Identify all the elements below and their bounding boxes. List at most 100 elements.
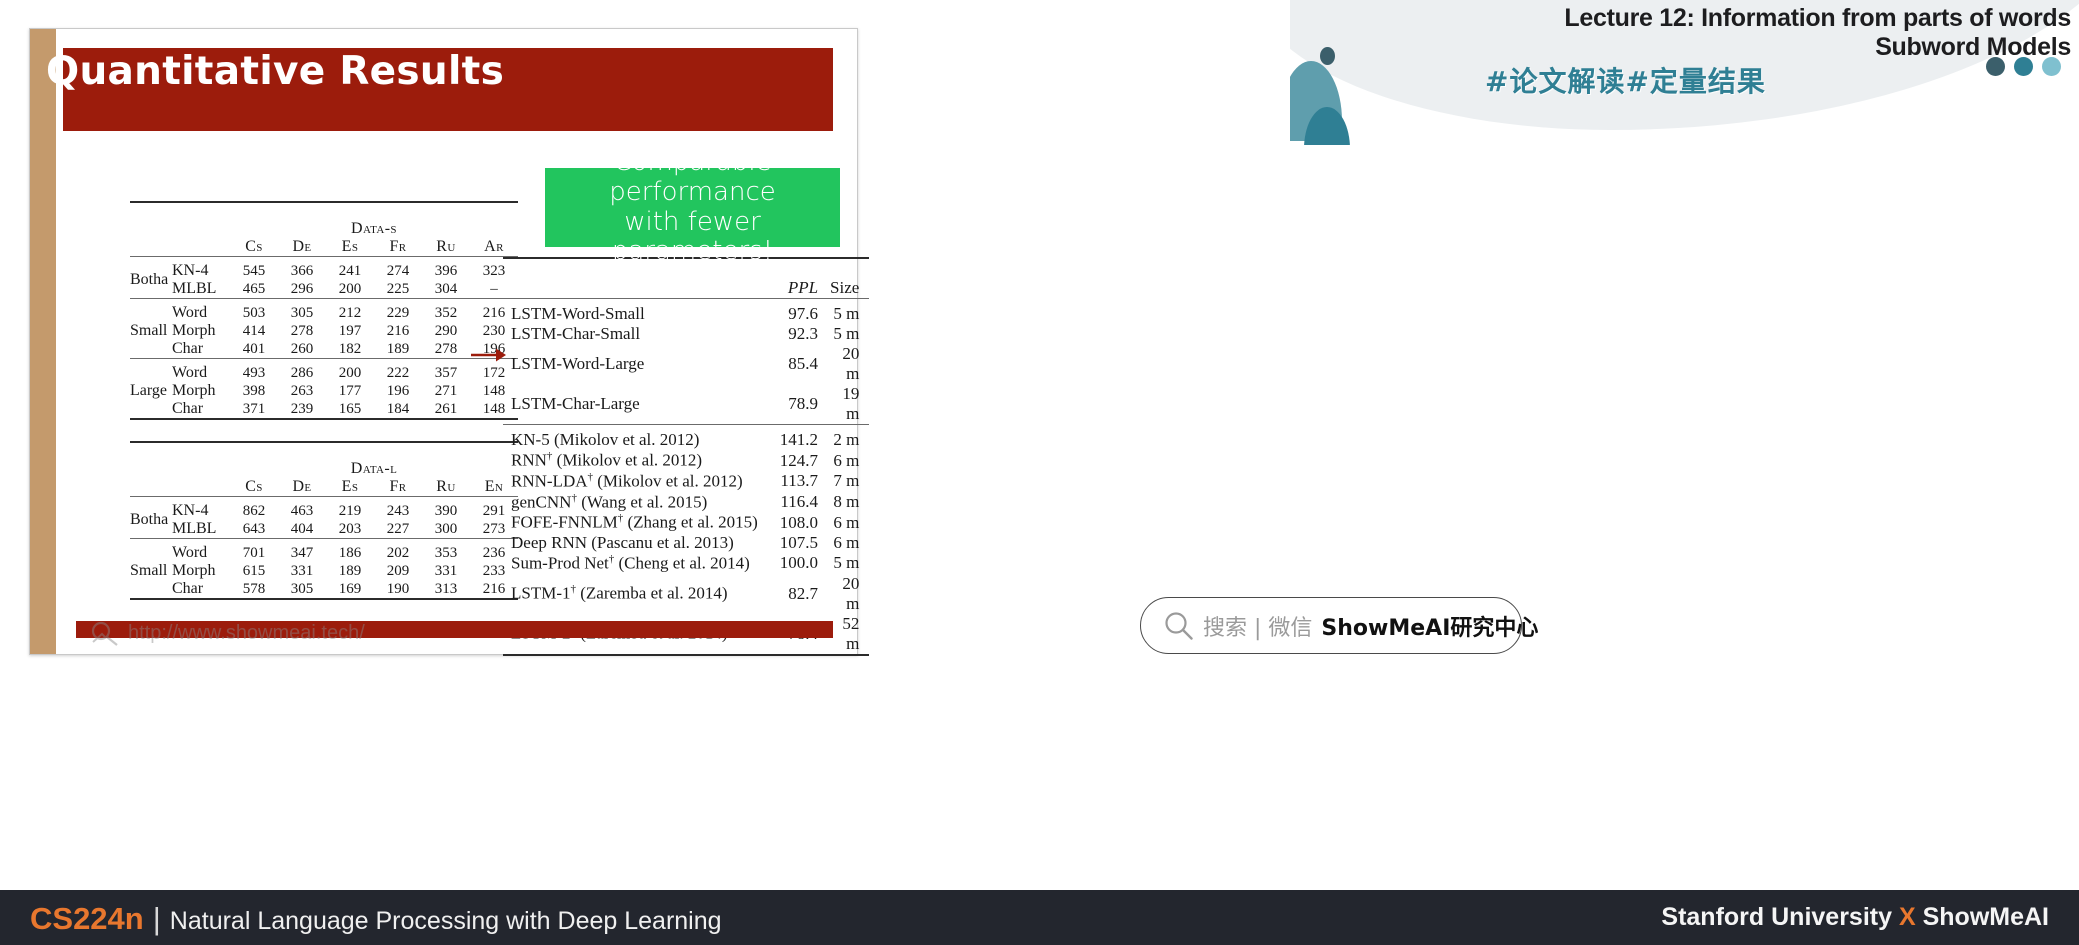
table-ppl-size: 5 m	[833, 324, 860, 344]
table-ppl-column-headers: PPL Size	[503, 278, 869, 299]
search-box[interactable]: 搜索 | 微信 ShowMeAI研究中心	[1140, 597, 1538, 654]
table-ppl-model-name: LSTM-1† (Zaremba et al. 2014)	[511, 583, 728, 603]
table-l-cell: 347	[278, 538, 326, 562]
table-s-row: Large Word 493 286 200 222 357 172	[130, 358, 518, 419]
search-brand-label: ShowMeAI研究中心	[1321, 615, 1539, 641]
table-ppl-value: 97.6	[779, 298, 831, 325]
table-l-cell: 404	[290, 520, 314, 537]
footer-brand-x: X	[1898, 903, 1916, 931]
table-s-cell: 352	[422, 298, 470, 322]
table-s-bottom-rule	[130, 418, 518, 423]
table-l-cell: 331	[434, 562, 458, 579]
slide-canvas: Quantitative Results Data-s Cs De Es Fr …	[29, 28, 870, 659]
table-l-col-0: Cs	[245, 478, 263, 495]
table-ppl-row: LSTM-1† (Zaremba et al. 2014) 82.7 20 m	[503, 574, 869, 614]
table-l-cell: 209	[386, 562, 410, 579]
footer-separator: |	[152, 901, 161, 936]
table-s-body: Botha KN-4 545 366 241 274 396 323 MLBL 465 296 200…	[130, 256, 518, 423]
table-s-cell: 189	[386, 340, 410, 357]
table-s-cell: 271	[434, 382, 458, 399]
table-s-col-0: Cs	[245, 238, 263, 255]
table-s-cell: 503	[230, 298, 278, 322]
table-l-cell: 313	[434, 580, 458, 597]
table-ppl-col-size: Size	[830, 278, 860, 298]
table-s-cell: 241	[326, 256, 374, 280]
table-perplexity: PPL Size LSTM-Word-Small 97.6 5 m LSTM-Char…	[503, 256, 870, 659]
table-s-cell: 177	[338, 382, 362, 399]
brand-blob-logo	[1290, 45, 1390, 145]
table-l-row: Botha KN-4 862 463 219 243 390 291	[130, 496, 518, 539]
table-s-cell: 296	[290, 280, 314, 297]
blob-dot-shape	[1320, 47, 1335, 65]
dagger-marker: †	[617, 512, 624, 525]
red-arrow-icon	[471, 348, 506, 362]
table-s-col-3: Fr	[389, 238, 407, 255]
footer-brand-pre: Stanford University	[1661, 903, 1899, 931]
table-ppl-value: 100.0	[779, 553, 819, 573]
table-ppl-model-name: KN-5 (Mikolov et al. 2012)	[503, 424, 780, 451]
table-ppl-col-ppl: PPL	[787, 278, 819, 298]
table-l-col-1: De	[292, 478, 312, 495]
table-l-cell: 578	[242, 580, 266, 597]
table-ppl-body: LSTM-Word-Small 97.6 5 m LSTM-Char-Small 92.…	[503, 298, 870, 659]
table-s-cell: 222	[374, 358, 422, 382]
table-s-row: Char 401 260 182 189 278 196	[130, 340, 518, 359]
table-l-row: Morph 615 331 189 209 331 233	[130, 562, 518, 580]
table-s-cell: 286	[278, 358, 326, 382]
table-ppl-size: 7 m	[833, 471, 860, 491]
table-l-cell: 331	[290, 562, 314, 579]
table-ppl-size: 52 m	[842, 613, 860, 653]
search-icon	[1165, 612, 1193, 640]
table-l-col-2: Es	[341, 478, 359, 495]
slide-title: Quantitative Results	[46, 49, 505, 94]
table-s-column-headers: Cs De Es Fr Ru Ar	[130, 238, 518, 257]
table-l-body: Botha KN-4 862 463 219 243 390 291 MLBL 643 404 203…	[130, 496, 518, 603]
table-s-row-label: MLBL	[172, 280, 217, 297]
table-s-row: Char 371 239 165 184 261 148	[130, 400, 518, 419]
table-ppl-model-name: LSTM-Char-Large	[511, 394, 640, 414]
dot-3	[2042, 57, 2061, 76]
lecture-title: Lecture 12: Information from parts of wo…	[1331, 4, 2071, 62]
table-ppl-size: 6 m	[833, 533, 860, 553]
page-footer: CS224n | Natural Language Processing wit…	[0, 890, 2079, 945]
table-ppl-size: 6 m	[833, 512, 860, 532]
table-ppl-model-name: LSTM-Word-Small	[503, 298, 780, 325]
table-l-bottom-rule	[130, 598, 518, 603]
table-s-row: Botha KN-4 545 366 241 274 396 323	[130, 256, 518, 299]
table-l-group-name: Botha	[130, 496, 172, 539]
table-s-cell: 200	[326, 358, 374, 382]
table-ppl-size: 20 m	[842, 573, 860, 613]
table-l-cell: 189	[338, 562, 362, 579]
table-l-cell: 305	[290, 580, 314, 597]
table-s-row-label: Word	[172, 298, 230, 322]
table-s-row-label: Word	[172, 358, 230, 382]
callout-line1: Comparable performance	[609, 146, 776, 207]
table-s-cell: 197	[338, 322, 362, 339]
table-s-row-label: KN-4	[172, 256, 230, 280]
table-s-cell: 239	[290, 400, 314, 417]
dagger-marker: †	[570, 583, 577, 596]
table-s-cell: 263	[290, 382, 314, 399]
table-l-cell: 169	[338, 580, 362, 597]
table-ppl-row: Deep RNN (Pascanu et al. 2013) 107.5 6 m	[503, 533, 869, 553]
table-s-cell: 290	[434, 322, 458, 339]
table-ppl-model-name: Sum-Prod Net† (Cheng et al. 2014)	[511, 553, 750, 573]
table-ppl-value: 124.7	[779, 450, 819, 470]
table-s-row: Morph 398 263 177 196 271 148	[130, 382, 518, 400]
table-s-cell: 396	[422, 256, 470, 280]
table-l-cell: 190	[386, 580, 410, 597]
footer-brand-post: ShowMeAI	[1915, 903, 2049, 931]
table-s-col-1: De	[292, 238, 312, 255]
footer-branding: Stanford University X ShowMeAI	[1661, 903, 2049, 932]
table-s-caption: Data-s	[351, 220, 397, 237]
watermark-url: http://www.showmeai.tech/	[128, 621, 365, 644]
table-ppl-value: 116.4	[780, 492, 819, 512]
table-s-col-5: Ar	[484, 238, 504, 255]
table-ppl-bottom-rule	[503, 653, 870, 659]
dagger-marker: †	[608, 553, 615, 566]
table-s-row: Small Word 503 305 212 229 352 216	[130, 298, 518, 359]
table-s-row-label: Morph	[172, 322, 216, 339]
table-ppl-model-name: RNN† (Mikolov et al. 2012)	[511, 450, 703, 471]
table-s-cell: 274	[374, 256, 422, 280]
table-ppl-row: LSTM-Char-Large 78.9 19 m	[503, 384, 869, 425]
